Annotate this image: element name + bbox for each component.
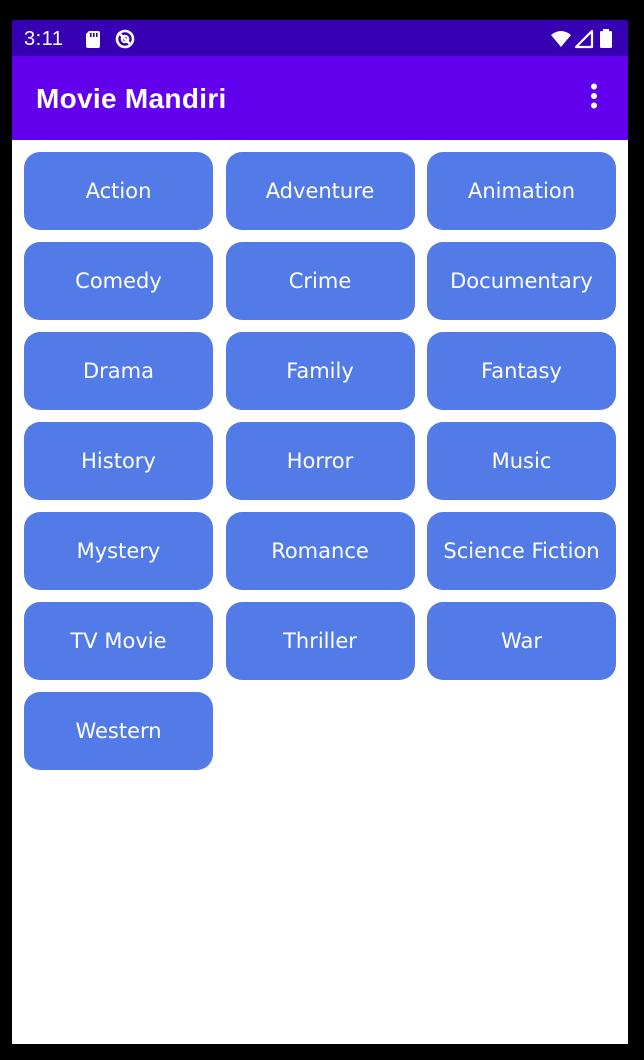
- more-vert-icon: [590, 83, 598, 114]
- genre-button-horror[interactable]: Horror: [225, 422, 415, 500]
- sd-card-icon: [82, 28, 104, 50]
- genre-button-animation[interactable]: Animation: [427, 152, 616, 230]
- device-frame: 3:11 Movie Mandiri Action Adventure Anim…: [0, 0, 644, 1060]
- genre-button-drama[interactable]: Drama: [24, 332, 213, 410]
- overflow-menu-button[interactable]: [574, 78, 614, 118]
- status-time: 3:11: [24, 28, 64, 50]
- genre-button-documentary[interactable]: Documentary: [427, 242, 616, 320]
- signal-icon: [573, 28, 595, 50]
- genre-button-thriller[interactable]: Thriller: [225, 602, 415, 680]
- genre-button-tv-movie[interactable]: TV Movie: [24, 602, 213, 680]
- genre-button-western[interactable]: Western: [24, 692, 213, 770]
- genre-button-music[interactable]: Music: [427, 422, 616, 500]
- app-screen: 3:11 Movie Mandiri Action Adventure Anim…: [12, 20, 628, 1044]
- app-title: Movie Mandiri: [36, 83, 227, 114]
- genre-button-comedy[interactable]: Comedy: [24, 242, 213, 320]
- genre-button-crime[interactable]: Crime: [225, 242, 415, 320]
- status-bar: 3:11: [12, 20, 628, 56]
- no-disturb-icon: [114, 28, 136, 50]
- wifi-icon: [550, 28, 572, 50]
- genre-button-family[interactable]: Family: [225, 332, 415, 410]
- app-toolbar: Movie Mandiri: [12, 56, 628, 140]
- battery-icon: [598, 28, 614, 50]
- genre-button-action[interactable]: Action: [24, 152, 213, 230]
- genre-button-fantasy[interactable]: Fantasy: [427, 332, 616, 410]
- genre-grid: Action Adventure Animation Comedy Crime Docum…: [24, 152, 616, 770]
- genre-button-war[interactable]: War: [427, 602, 616, 680]
- genre-button-mystery[interactable]: Mystery: [24, 512, 213, 590]
- genre-button-adventure[interactable]: Adventure: [225, 152, 415, 230]
- genre-button-romance[interactable]: Romance: [225, 512, 415, 590]
- genre-button-history[interactable]: History: [24, 422, 213, 500]
- genre-button-science-fiction[interactable]: Science Fiction: [427, 512, 616, 590]
